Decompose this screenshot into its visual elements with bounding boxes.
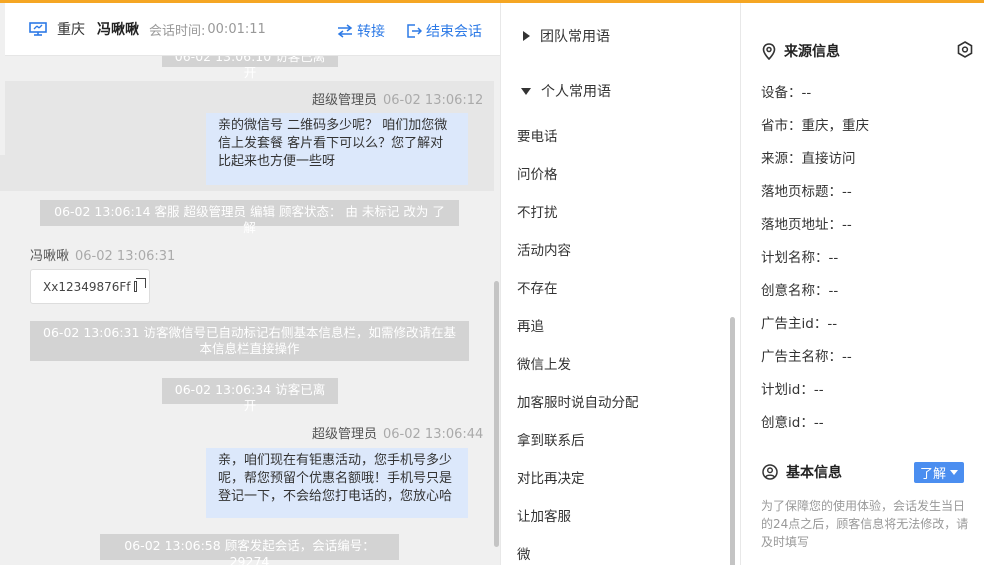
- phrase-item[interactable]: 活动内容: [517, 239, 571, 259]
- system-message: 06-02 13:06:58 顾客发起会话，会话编号：29274: [100, 534, 399, 565]
- phrase-item[interactable]: 要电话: [517, 125, 558, 145]
- info-province-city: 省市：重庆，重庆: [761, 118, 869, 134]
- system-message: 06-02 13:06:31 访客微信号已自动标记右侧基本信息栏，如需修改请在基…: [30, 321, 469, 361]
- info-creative-name: 创意名称：--: [761, 283, 839, 299]
- phrase-item[interactable]: 加客服时说自动分配: [517, 391, 639, 411]
- phrase-item[interactable]: 微: [517, 543, 531, 563]
- info-source: 来源：直接访问: [761, 151, 856, 167]
- message-meta: 冯啾啾 06-02 13:06:31: [30, 245, 175, 264]
- phrase-item[interactable]: 问价格: [517, 163, 558, 183]
- visitor-location: 重庆: [57, 22, 85, 38]
- chat-scrollbar[interactable]: [494, 281, 499, 547]
- transfer-icon: [337, 24, 353, 38]
- info-advertiser-id: 广告主id：--: [761, 316, 838, 332]
- agent-message-bubble: 亲，咱们现在有钜惠活动，您手机号多少呢，帮您预留个优惠名额哦！手机号只是登记一下…: [206, 448, 468, 518]
- chevron-down-icon: [950, 470, 959, 475]
- basic-info-title: 基本信息: [762, 462, 842, 482]
- phrase-item[interactable]: 拿到联系后: [517, 429, 585, 449]
- message-meta: 超级管理员 06-02 13:06:12: [312, 89, 483, 108]
- info-panel: 来源信息 设备：-- 省市：重庆，重庆 来源：直接访问 落地页标题：-- 落地页…: [742, 3, 984, 565]
- system-message: 06-02 13:06:34 访客已离开: [162, 378, 338, 413]
- visitor-message-bubble: Xx12349876Ff: [30, 269, 150, 304]
- basic-info-note: 为了保障您的使用体验，会话发生当日的24点之后，顾客信息将无法修改，请及时填写: [761, 499, 969, 549]
- location-pin-icon: [762, 42, 776, 60]
- phrase-item[interactable]: 对比再决定: [517, 467, 585, 487]
- phrase-item[interactable]: 微信上发: [517, 353, 571, 373]
- phrases-scrollbar[interactable]: [730, 317, 735, 565]
- group-label: 个人常用语: [541, 84, 611, 100]
- info-landing-url: 落地页地址：--: [761, 217, 852, 233]
- agent-message-bubble: 亲的微信号 二维码多少呢？ 咱们加您微信上发套餐 客片看下可以么？您了解对比起来…: [206, 113, 468, 185]
- info-plan-name: 计划名称：--: [761, 250, 839, 266]
- info-advertiser-name: 广告主名称：--: [761, 349, 852, 365]
- caret-down-icon: [521, 87, 531, 95]
- sender-name: 超级管理员: [312, 427, 378, 442]
- settings-icon[interactable]: [957, 41, 973, 58]
- sender-name: 超级管理员: [312, 93, 378, 108]
- transfer-label: 转接: [357, 24, 385, 40]
- phrase-item[interactable]: 让加客服: [517, 505, 571, 525]
- group-label: 团队常用语: [540, 29, 610, 45]
- status-label: 了解: [920, 467, 947, 482]
- top-accent-line: [0, 0, 984, 3]
- personal-phrases-group[interactable]: 个人常用语: [521, 81, 611, 101]
- phrase-item[interactable]: 不存在: [517, 277, 558, 297]
- chat-header: 重庆 冯啾啾 会话时间: 00:01:11 转接 结束会话: [5, 3, 500, 56]
- copy-icon[interactable]: [133, 278, 148, 292]
- end-session-button[interactable]: 结束会话: [407, 21, 482, 41]
- system-message: 06-02 13:06:14 客服 超级管理员 编辑 顾客状态： 由 未标记 改…: [40, 200, 459, 235]
- monitor-icon: [29, 22, 47, 36]
- chat-panel: 06-02 13:06:10 访客已离开 超级管理员 06-02 13:06:12…: [0, 3, 500, 565]
- user-icon: [762, 464, 778, 480]
- phrases-panel: 团队常用语 个人常用语 要电话 问价格 不打扰 活动内容 不存在 再追 微信上发…: [500, 3, 741, 565]
- caret-right-icon: [523, 31, 530, 41]
- info-creative-id: 创意id：--: [761, 415, 824, 431]
- info-plan-id: 计划id：--: [761, 382, 824, 398]
- source-info-title: 来源信息: [762, 41, 840, 61]
- visitor-name: 冯啾啾: [97, 22, 139, 38]
- visitor-message-text: Xx12349876Ff: [43, 279, 131, 294]
- phrase-item[interactable]: 不打扰: [517, 201, 558, 221]
- customer-status-dropdown[interactable]: 了解: [914, 462, 965, 483]
- exit-icon: [407, 24, 422, 38]
- team-phrases-group[interactable]: 团队常用语: [523, 26, 610, 46]
- message-meta: 超级管理员 06-02 13:06:44: [312, 423, 483, 442]
- sender-name: 冯啾啾: [30, 249, 70, 264]
- info-landing-title: 落地页标题：--: [761, 184, 852, 200]
- section-title: 基本信息: [786, 465, 842, 481]
- message-time: 06-02 13:06:31: [75, 249, 176, 264]
- info-device: 设备：--: [761, 85, 812, 101]
- message-time: 06-02 13:06:44: [383, 427, 484, 442]
- message-time: 06-02 13:06:12: [383, 93, 484, 108]
- transfer-button[interactable]: 转接: [337, 21, 385, 41]
- phrase-item[interactable]: 再追: [517, 315, 544, 335]
- duration-label: 会话时间:: [149, 23, 206, 39]
- session-duration: 00:01:11: [207, 21, 266, 37]
- section-title: 来源信息: [784, 44, 840, 60]
- end-session-label: 结束会话: [426, 24, 482, 40]
